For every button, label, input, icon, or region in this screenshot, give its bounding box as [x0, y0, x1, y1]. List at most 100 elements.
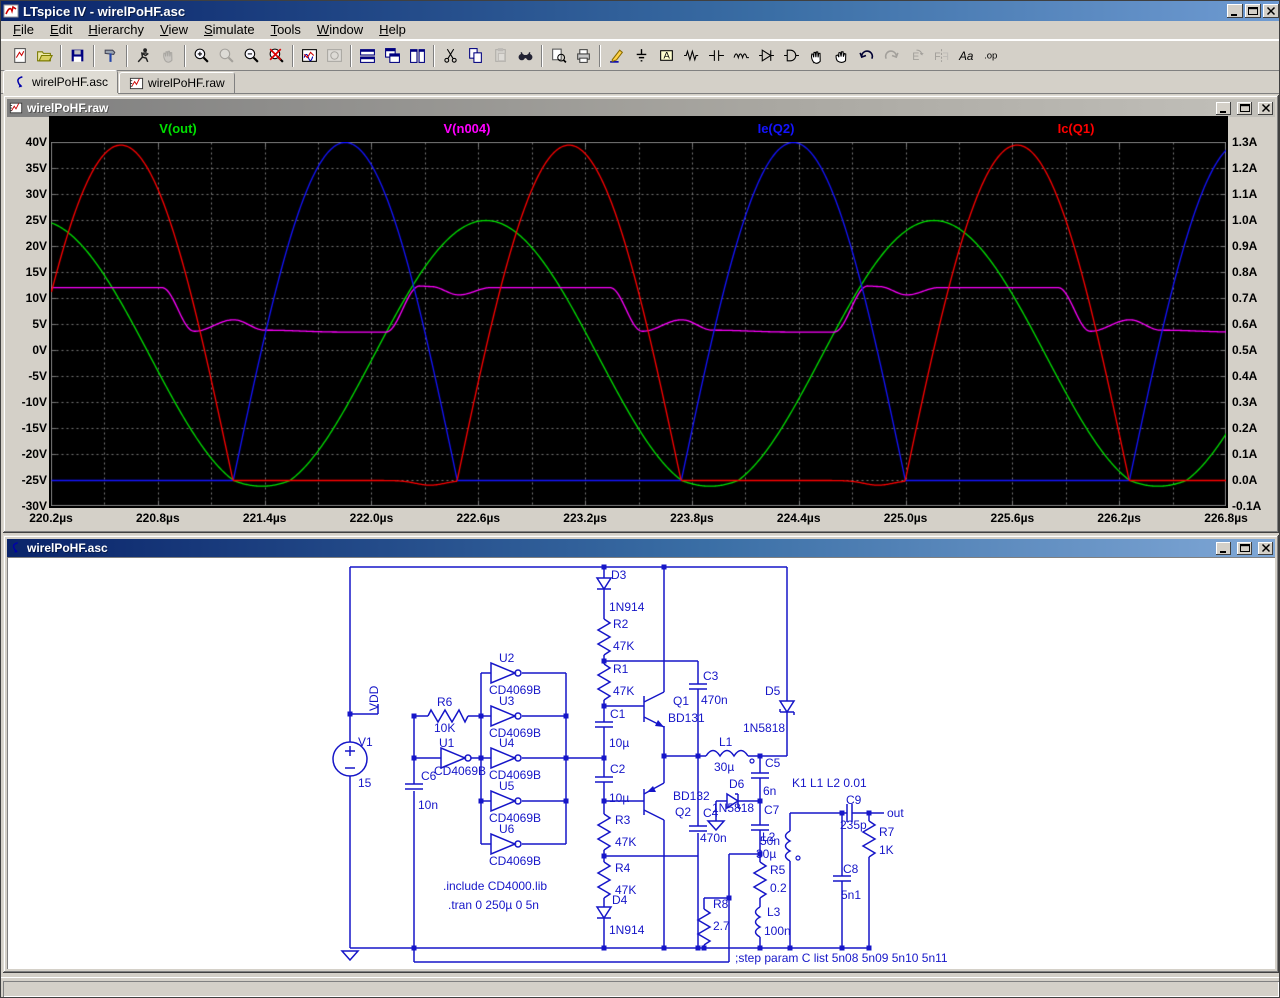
menu-tools[interactable]: Tools — [263, 21, 309, 39]
ref-R8[interactable]: R8 — [713, 897, 729, 911]
value-D6[interactable]: 1N5818 — [712, 801, 754, 815]
ref-U6[interactable]: U6 — [499, 822, 515, 836]
junction[interactable] — [564, 714, 569, 719]
junction[interactable] — [662, 946, 667, 951]
ground-flag[interactable] — [708, 821, 724, 830]
ref-L1[interactable]: L1 — [719, 735, 733, 749]
menu-hierarchy[interactable]: Hierarchy — [80, 21, 152, 39]
capacitor-button[interactable] — [704, 44, 729, 68]
ref-C9[interactable]: C9 — [846, 793, 862, 807]
inductor-L2[interactable] — [786, 831, 791, 861]
trace-label-Ie(Q2)[interactable]: Ie(Q2) — [716, 121, 836, 136]
value-U6[interactable]: CD4069B — [489, 854, 541, 868]
junction[interactable] — [479, 756, 484, 761]
diode-D4[interactable] — [597, 907, 611, 918]
resistor-button[interactable] — [679, 44, 704, 68]
inductor-L1[interactable] — [706, 751, 748, 757]
waveform-maximize-button[interactable] — [1237, 102, 1252, 115]
trace-label-V(out)[interactable]: V(out) — [118, 121, 238, 136]
schematic-minimize-button[interactable] — [1216, 542, 1231, 555]
tile-horizontal-button[interactable] — [355, 44, 380, 68]
ref-C8[interactable]: C8 — [843, 862, 859, 876]
capacitor-C2[interactable] — [595, 777, 613, 782]
junction[interactable] — [412, 756, 417, 761]
ref-U5[interactable]: U5 — [499, 779, 515, 793]
resistor-R5[interactable] — [754, 862, 766, 898]
value-U5[interactable]: CD4069B — [489, 811, 541, 825]
transistor-Q2-arrow[interactable] — [647, 786, 656, 792]
junction[interactable] — [840, 946, 845, 951]
waveform-plot[interactable] — [51, 142, 1226, 506]
junction[interactable] — [788, 946, 793, 951]
inverter-U5[interactable] — [491, 791, 515, 811]
ref-U4[interactable]: U4 — [499, 736, 515, 750]
cascade-windows-button[interactable] — [380, 44, 405, 68]
menu-file[interactable]: File — [5, 21, 42, 39]
ref-R2[interactable]: R2 — [613, 617, 629, 631]
print-button[interactable] — [571, 44, 596, 68]
transistor-Q1-arrow[interactable] — [655, 720, 664, 727]
new-schematic-button[interactable] — [7, 44, 32, 68]
value-C1[interactable]: 10µ — [609, 736, 629, 750]
waveform-close-button[interactable] — [1258, 102, 1273, 115]
value-Q1[interactable]: BD131 — [668, 711, 705, 725]
run-button[interactable] — [131, 44, 156, 68]
trace-label-Ic(Q1)[interactable]: Ic(Q1) — [1016, 121, 1136, 136]
schematic-drawing[interactable]: V115R610KC610nU1CD4069BU2CD4069BU3CD4069… — [7, 557, 1275, 969]
resistor-R3[interactable] — [598, 814, 610, 850]
value-U1[interactable]: CD4069B — [434, 764, 486, 778]
capacitor-C6[interactable] — [405, 784, 423, 789]
junction[interactable] — [702, 946, 707, 951]
print-preview-button[interactable] — [546, 44, 571, 68]
junction[interactable] — [348, 712, 353, 717]
junction[interactable] — [602, 799, 607, 804]
ref-U1[interactable]: U1 — [439, 736, 455, 750]
resistor-R2[interactable] — [598, 619, 610, 655]
text-button[interactable]: Aa — [954, 44, 979, 68]
autorange-button[interactable] — [297, 44, 322, 68]
tab-wirelPoHF.raw[interactable]: wirelPoHF.raw — [119, 72, 235, 93]
value-R2[interactable]: 47K — [613, 639, 634, 653]
ref-Q2[interactable]: Q2 — [675, 805, 691, 819]
ref-L3[interactable]: L3 — [767, 905, 781, 919]
value-D4[interactable]: 1N914 — [609, 923, 645, 937]
inverter-U3[interactable] — [491, 706, 515, 726]
inverter-U2[interactable] — [491, 663, 515, 683]
value-D5[interactable]: 1N5818 — [743, 721, 785, 735]
schematic-maximize-button[interactable] — [1237, 542, 1252, 555]
ref-R4[interactable]: R4 — [615, 861, 631, 875]
junction[interactable] — [758, 754, 763, 759]
ref-C1[interactable]: C1 — [610, 707, 626, 721]
diode-button[interactable] — [754, 44, 779, 68]
junction[interactable] — [564, 756, 569, 761]
directive-tran[interactable]: .tran 0 250µ 0 5n — [448, 898, 539, 912]
directive-step[interactable]: ;step param C list 5n08 5n09 5n10 5n11 — [735, 951, 948, 965]
junction[interactable] — [867, 811, 872, 816]
resistor-R8[interactable] — [698, 909, 710, 945]
control-panel-button[interactable] — [98, 44, 123, 68]
diode-D5[interactable] — [780, 701, 794, 715]
junction[interactable] — [758, 799, 763, 804]
resistor-R1[interactable] — [598, 664, 610, 700]
net-label-out[interactable]: out — [887, 806, 904, 820]
schematic-close-button[interactable] — [1258, 542, 1273, 555]
junction[interactable] — [662, 754, 667, 759]
value-C6[interactable]: 10n — [418, 798, 438, 812]
value-R5[interactable]: 0.2 — [770, 881, 787, 895]
waveform-window-titlebar[interactable]: wirelPoHF.raw — [7, 99, 1275, 117]
ref-R5[interactable]: R5 — [770, 863, 786, 877]
transistor-Q1[interactable] — [644, 692, 664, 727]
wire-button[interactable] — [604, 44, 629, 68]
net-label-vdd[interactable]: VDD — [367, 685, 381, 711]
junction[interactable] — [412, 946, 417, 951]
junction[interactable] — [602, 946, 607, 951]
schematic-window-titlebar[interactable]: wirelPoHF.asc — [7, 539, 1275, 557]
component-button[interactable] — [779, 44, 804, 68]
junction[interactable] — [479, 714, 484, 719]
ref-C3[interactable]: C3 — [703, 669, 719, 683]
capacitor-C5[interactable] — [751, 773, 769, 778]
ref-L2[interactable]: L2 — [762, 830, 776, 844]
minimize-button[interactable] — [1227, 4, 1243, 18]
value-C8[interactable]: 5n1 — [841, 888, 861, 902]
ref-D4[interactable]: D4 — [612, 893, 628, 907]
